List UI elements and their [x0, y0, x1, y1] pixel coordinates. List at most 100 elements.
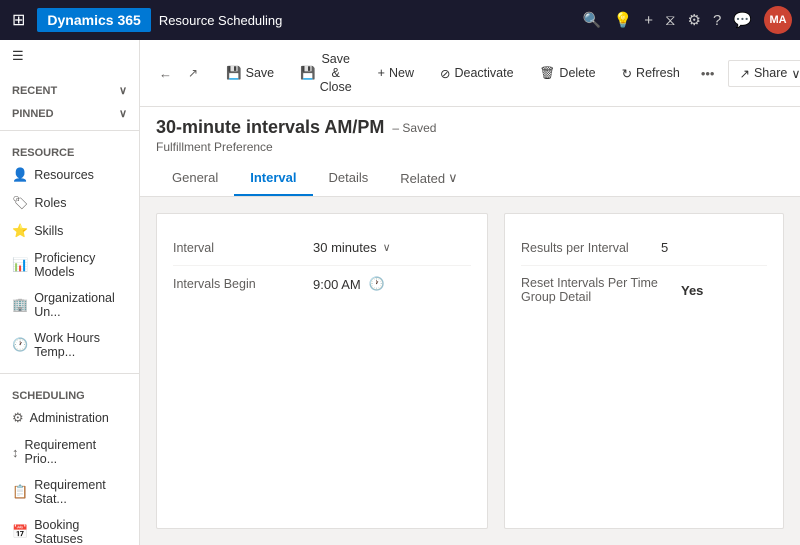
nav-icons: 🔍 💡 + ⧖ ⚙ ? 💬 MA — [583, 6, 792, 34]
lightbulb-icon[interactable]: 💡 — [614, 11, 633, 29]
user-avatar[interactable]: MA — [764, 6, 792, 34]
req-status-icon: 📋 — [12, 484, 28, 500]
resource-section-label: Resource — [12, 147, 74, 159]
deactivate-button[interactable]: ⊘ Deactivate — [429, 60, 525, 87]
new-icon: + — [378, 66, 385, 80]
sidebar-item-req-priority[interactable]: ↕ Requirement Prio... — [0, 432, 139, 472]
results-per-interval-label: Results per Interval — [521, 241, 661, 255]
toolbar: ← ↗ 💾 Save 💾 Save & Close + New ⊘ Deacti… — [140, 40, 800, 107]
filter-icon[interactable]: ⧖ — [665, 12, 676, 29]
proficiency-icon: 📊 — [12, 257, 28, 273]
work-hours-icon: 🕐 — [12, 337, 28, 353]
sidebar-item-proficiency[interactable]: 📊 Proficiency Models — [0, 245, 139, 285]
intervals-begin-label: Intervals Begin — [173, 277, 313, 291]
add-icon[interactable]: + — [644, 12, 653, 29]
new-button[interactable]: + New — [367, 60, 425, 86]
req-status-label: Requirement Stat... — [34, 478, 127, 506]
record-title: 30-minute intervals AM/PM – Saved — [156, 117, 784, 138]
help-icon[interactable]: ? — [713, 12, 721, 29]
sidebar-item-skills[interactable]: ⭐ Skills — [0, 217, 139, 245]
interval-label: Interval — [173, 241, 313, 255]
tab-interval[interactable]: Interval — [234, 162, 312, 196]
form-content: Interval 30 minutes ∨ Intervals Begin 9:… — [140, 197, 800, 545]
admin-label: Administration — [30, 411, 109, 425]
org-icon: 🏢 — [12, 297, 28, 313]
search-icon[interactable]: 🔍 — [583, 11, 602, 29]
sidebar-item-req-status[interactable]: 📋 Requirement Stat... — [0, 472, 139, 512]
resources-icon: 👤 — [12, 167, 28, 183]
save-button[interactable]: 💾 Save — [215, 60, 285, 87]
sidebar-toggle[interactable]: ☰ — [0, 40, 139, 72]
interval-value[interactable]: 30 minutes ∨ — [313, 240, 391, 255]
save-close-icon: 💾 — [300, 66, 316, 81]
results-section: Results per Interval 5 Reset Intervals P… — [504, 213, 784, 529]
interval-row: Interval 30 minutes ∨ — [173, 230, 471, 266]
roles-icon: 🏷 — [12, 195, 29, 211]
top-navigation: ⊞ Dynamics 365 Resource Scheduling 🔍 💡 +… — [0, 0, 800, 40]
save-icon: 💾 — [226, 66, 242, 81]
scheduling-section-label: Scheduling — [12, 390, 85, 402]
clock-icon[interactable]: 🕐 — [369, 276, 385, 292]
results-per-interval-row: Results per Interval 5 — [521, 230, 767, 266]
forward-button[interactable]: ↗ — [181, 61, 205, 86]
resource-section-header: Resource — [0, 139, 139, 161]
refresh-icon: ↻ — [622, 66, 632, 81]
share-chevron: ∨ — [791, 66, 800, 81]
resource-section: Resource 👤 Resources 🏷 Roles ⭐ Skills 📊 … — [0, 135, 139, 369]
refresh-button[interactable]: ↻ Refresh — [611, 60, 691, 87]
record-subtitle: Fulfillment Preference — [156, 140, 784, 154]
share-icon: ↗ — [739, 66, 749, 81]
tab-related[interactable]: Related ∨ — [384, 162, 473, 196]
interval-section: Interval 30 minutes ∨ Intervals Begin 9:… — [156, 213, 488, 529]
resources-label: Resources — [34, 168, 94, 182]
back-button[interactable]: ← — [152, 61, 179, 86]
sidebar-pinned-header[interactable]: Pinned ∨ — [0, 99, 139, 122]
admin-icon: ⚙ — [12, 410, 24, 426]
reset-intervals-label: Reset Intervals Per Time Group Detail — [521, 276, 681, 304]
delete-icon: 🗑 — [540, 66, 556, 81]
sidebar-item-booking-statuses[interactable]: 📅 Booking Statuses — [0, 512, 139, 545]
skills-label: Skills — [34, 224, 63, 238]
record-header: 30-minute intervals AM/PM – Saved Fulfil… — [140, 107, 800, 197]
sidebar-item-roles[interactable]: 🏷 Roles — [0, 189, 139, 217]
work-hours-label: Work Hours Temp... — [34, 331, 127, 359]
record-tabs: General Interval Details Related ∨ — [156, 162, 784, 196]
reset-intervals-row: Reset Intervals Per Time Group Detail Ye… — [521, 266, 767, 314]
req-priority-label: Requirement Prio... — [25, 438, 128, 466]
more-button[interactable]: ••• — [695, 62, 721, 85]
related-chevron-icon: ∨ — [448, 170, 458, 186]
scheduling-section: Scheduling ⚙ Administration ↕ Requiremen… — [0, 378, 139, 545]
chat-icon[interactable]: 💬 — [733, 11, 752, 29]
saved-indicator: – Saved — [392, 121, 436, 135]
booking-label: Booking Statuses — [34, 518, 127, 545]
delete-button[interactable]: 🗑 Delete — [529, 60, 607, 87]
sidebar-recent-header[interactable]: Recent ∨ — [0, 76, 139, 99]
deactivate-icon: ⊘ — [440, 66, 450, 81]
scheduling-section-header: Scheduling — [0, 382, 139, 404]
save-close-button[interactable]: 💾 Save & Close — [289, 46, 363, 100]
intervals-begin-row: Intervals Begin 9:00 AM 🕐 — [173, 266, 471, 302]
reset-intervals-value: Yes — [681, 283, 703, 298]
req-priority-icon: ↕ — [12, 445, 19, 460]
grid-icon[interactable]: ⊞ — [8, 6, 29, 34]
proficiency-label: Proficiency Models — [34, 251, 127, 279]
tab-general[interactable]: General — [156, 162, 234, 196]
toolbar-nav: ← ↗ — [152, 61, 205, 86]
pinned-label: Pinned — [12, 108, 54, 120]
app-name[interactable]: Dynamics 365 — [37, 8, 150, 32]
sidebar-item-work-hours[interactable]: 🕐 Work Hours Temp... — [0, 325, 139, 365]
booking-icon: 📅 — [12, 524, 28, 540]
sidebar-item-resources[interactable]: 👤 Resources — [0, 161, 139, 189]
tab-details[interactable]: Details — [313, 162, 385, 196]
sidebar-item-org-units[interactable]: 🏢 Organizational Un... — [0, 285, 139, 325]
settings-icon[interactable]: ⚙ — [688, 11, 701, 29]
roles-label: Roles — [35, 196, 67, 210]
org-label: Organizational Un... — [34, 291, 127, 319]
recent-label: Recent — [12, 85, 57, 97]
interval-dropdown[interactable]: 30 minutes ∨ — [313, 240, 391, 255]
sidebar-recent-section: Recent ∨ Pinned ∨ — [0, 72, 139, 126]
sidebar-item-administration[interactable]: ⚙ Administration — [0, 404, 139, 432]
share-button[interactable]: ↗ Share ∨ — [728, 60, 800, 87]
recent-chevron: ∨ — [119, 84, 127, 97]
skills-icon: ⭐ — [12, 223, 28, 239]
